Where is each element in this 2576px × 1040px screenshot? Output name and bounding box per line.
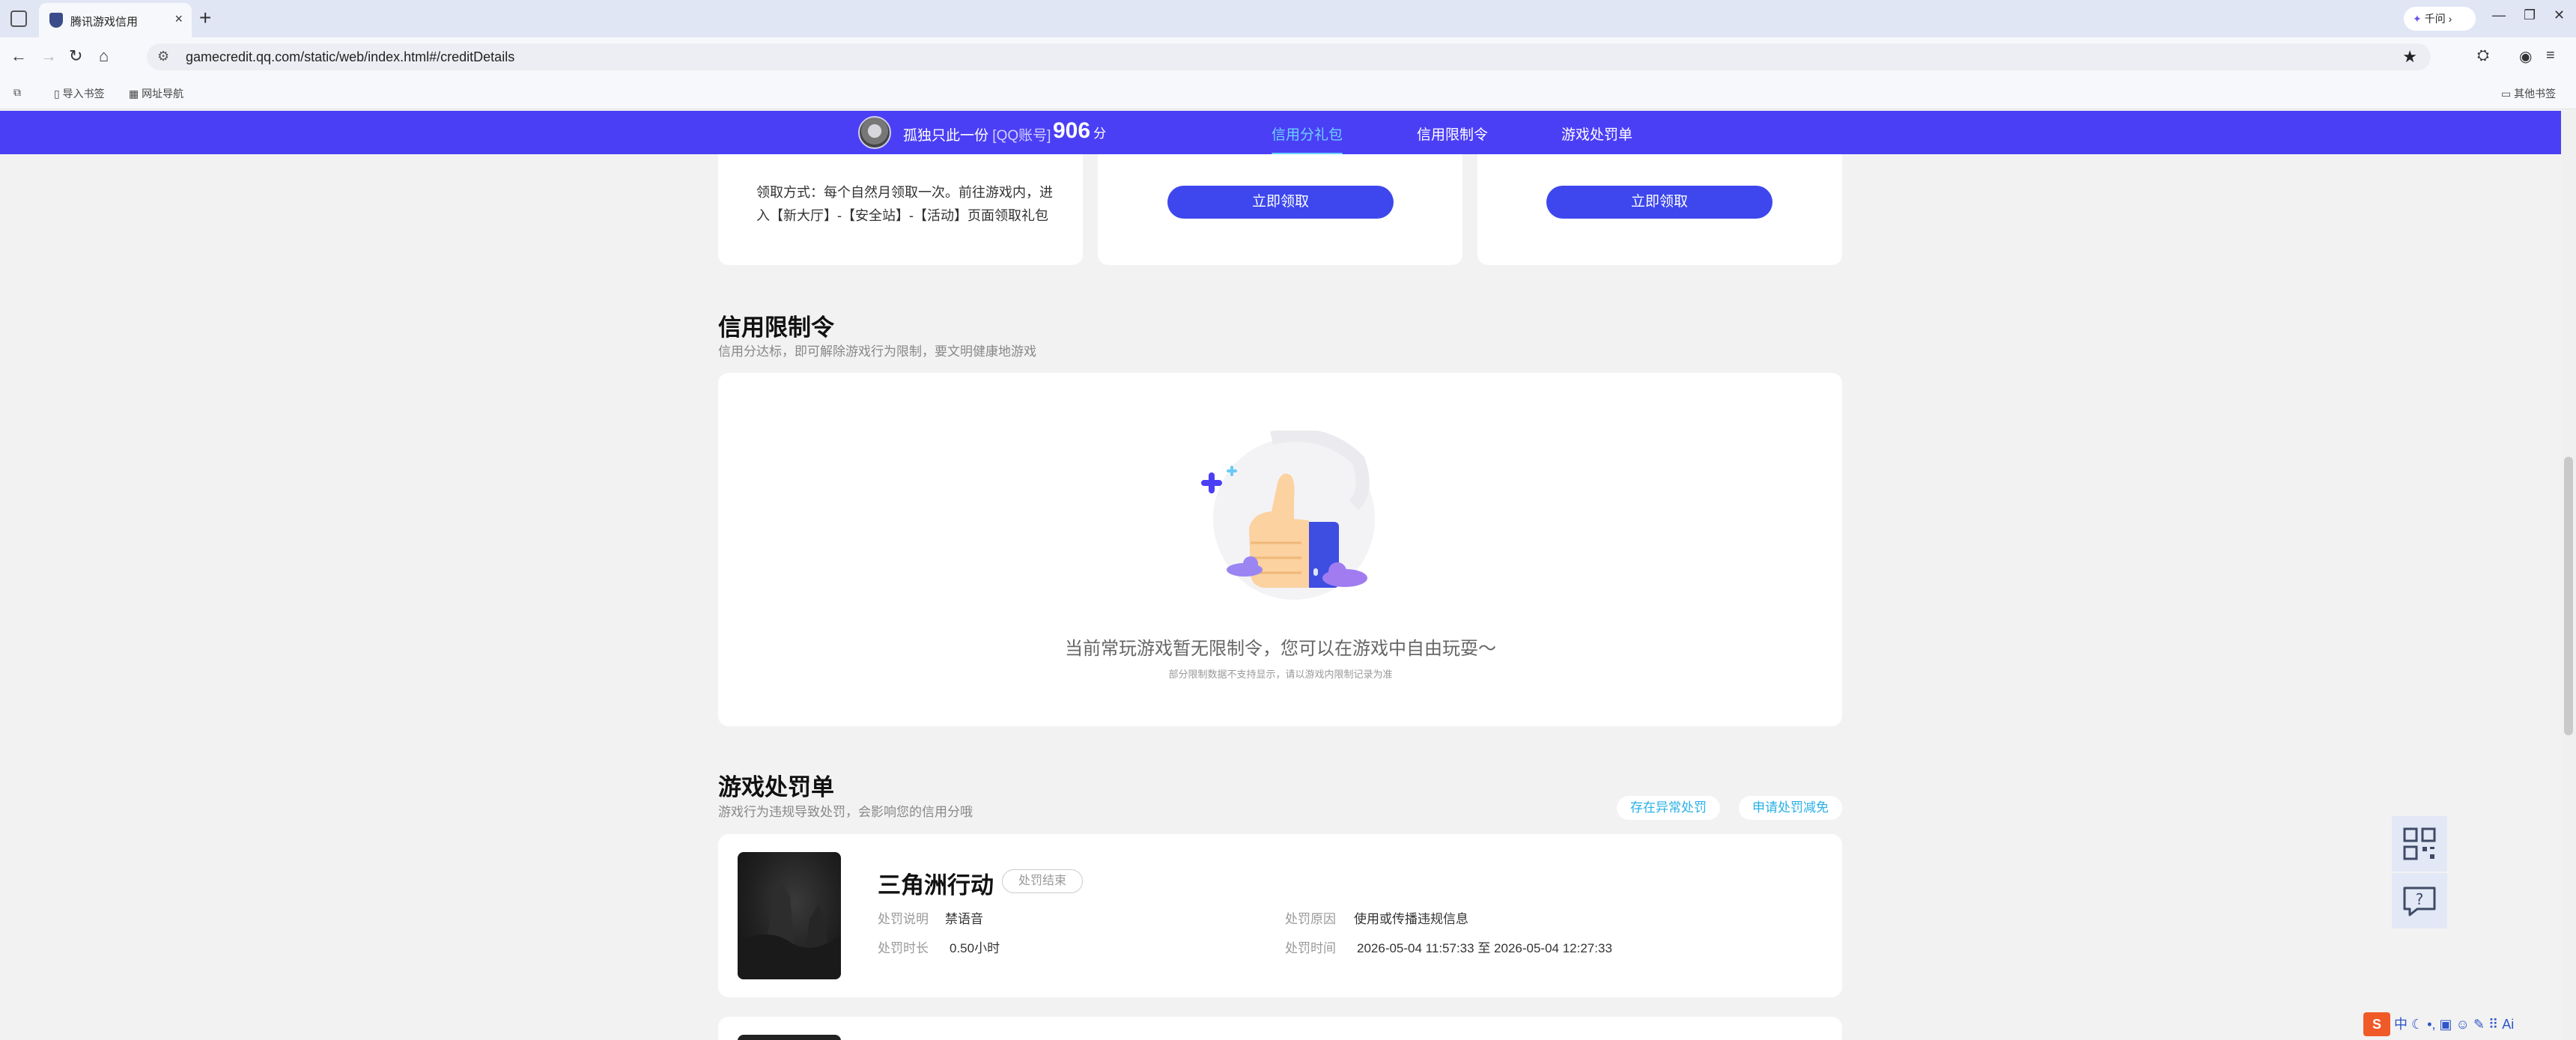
nav-tab-restriction[interactable]: 信用限制令 bbox=[1417, 124, 1488, 144]
ime-logo-icon[interactable]: S bbox=[2363, 1012, 2390, 1036]
restore-icon[interactable]: ❐ bbox=[2524, 7, 2536, 23]
bookmark-other[interactable]: ▭ 其他书签 bbox=[2501, 86, 2556, 101]
ime-grid-icon[interactable]: ⠿ bbox=[2488, 1017, 2498, 1032]
ime-lang-icon[interactable]: 中 bbox=[2394, 1017, 2408, 1032]
penalty-time-label: 处罚时间 bbox=[1285, 941, 1336, 955]
penalty-desc-value: 禁语音 bbox=[945, 912, 983, 926]
penalty-duration-label: 处罚时长 bbox=[878, 941, 929, 955]
user-name: 孤独只此一份 [QQ账号] bbox=[903, 128, 1051, 144]
bookmark-import[interactable]: ▯ 导入书签 bbox=[54, 86, 105, 101]
abnormal-penalty-button[interactable]: 存在异常处罚 bbox=[1617, 796, 1720, 820]
profile-icon[interactable]: ◉ bbox=[2519, 47, 2532, 66]
extensions-icon[interactable]: ⛭ bbox=[2477, 47, 2489, 64]
new-tab-button[interactable]: + bbox=[199, 6, 211, 30]
sparkle-icon: ✦ bbox=[2413, 13, 2422, 25]
back-icon[interactable]: ← bbox=[10, 46, 27, 66]
claim-button-3[interactable]: 立即领取 bbox=[1546, 186, 1772, 219]
penalty-subtitle: 游戏行为违规导致处罚，会影响您的信用分哦 bbox=[718, 805, 973, 819]
penalty-reason-label: 处罚原因 bbox=[1285, 912, 1336, 926]
home-icon[interactable]: ⌂ bbox=[99, 46, 109, 66]
thumbs-up-illustration bbox=[1201, 431, 1375, 600]
site-info-icon[interactable]: ⚙ bbox=[157, 49, 169, 64]
ime-moon-icon[interactable]: ☾ bbox=[2411, 1017, 2423, 1032]
menu-icon[interactable]: ≡ bbox=[2546, 47, 2555, 64]
ime-skin-icon[interactable]: ✎ bbox=[2473, 1017, 2485, 1032]
ime-user-icon[interactable]: ☺ bbox=[2456, 1017, 2470, 1032]
tab-title: 腾讯游戏信用 bbox=[70, 16, 139, 28]
browser-tab-bar: 腾讯游戏信用 × + ✦ 千问 › — ❐ ✕ bbox=[0, 0, 2576, 37]
svg-text:?: ? bbox=[2416, 890, 2424, 908]
ime-toolbar: S 中 ☾ •, ▣ ☺ ✎ ⠿ Ai bbox=[2363, 1012, 2514, 1039]
address-bar-row: ← → ↻ ⌂ ⚙ gamecredit.qq.com/static/web/i… bbox=[0, 37, 2576, 76]
apps-icon[interactable]: ⧉ bbox=[13, 86, 21, 99]
url-field[interactable]: ⚙ gamecredit.qq.com/static/web/index.htm… bbox=[147, 43, 2431, 70]
qr-code-icon bbox=[2403, 827, 2436, 860]
window-close-icon[interactable]: ✕ bbox=[2554, 7, 2565, 23]
restriction-empty-note: 部分限制数据不支持显示，请以游戏内限制记录为准 bbox=[1168, 669, 1393, 680]
help-chat-icon: ? bbox=[2403, 887, 2436, 916]
credit-score: 906 分 bbox=[1053, 118, 1107, 143]
tab-search-icon[interactable] bbox=[10, 10, 27, 27]
minimize-icon[interactable]: — bbox=[2492, 7, 2506, 23]
next-game-cover bbox=[738, 1035, 841, 1040]
help-button[interactable]: ? bbox=[2392, 873, 2447, 928]
site-header: 孤独只此一份 [QQ账号] 906 分 信用分礼包 信用限制令 游戏处罚单 bbox=[0, 111, 2561, 156]
ime-ai-icon[interactable]: Ai bbox=[2502, 1017, 2514, 1032]
penalty-status-badge: 处罚结束 bbox=[1002, 869, 1083, 893]
scrollbar-thumb[interactable] bbox=[2564, 457, 2573, 735]
avatar[interactable] bbox=[858, 116, 891, 149]
penalty-title: 游戏处罚单 bbox=[718, 774, 834, 800]
nav-tab-penalty[interactable]: 游戏处罚单 bbox=[1561, 124, 1632, 144]
shield-favicon-icon bbox=[49, 13, 63, 28]
assistant-button[interactable]: ✦ 千问 › bbox=[2404, 7, 2476, 31]
ime-punct-icon[interactable]: •, bbox=[2427, 1017, 2435, 1032]
reload-icon[interactable]: ↻ bbox=[69, 46, 82, 66]
bookmark-nav[interactable]: ▦ 网址导航 bbox=[129, 86, 183, 101]
game-cover-art bbox=[738, 882, 841, 979]
gift-claim-description: 领取方式：每个自然月领取一次。前往游戏内，进入【新大厅】-【安全站】-【活动】页… bbox=[756, 185, 1053, 223]
ime-kbd-icon[interactable]: ▣ bbox=[2440, 1017, 2452, 1032]
bookmarks-bar: ⧉ ▯ 导入书签 ▦ 网址导航 ▭ 其他书签 bbox=[0, 76, 2576, 109]
forward-icon[interactable]: → bbox=[40, 46, 57, 66]
restriction-subtitle: 信用分达标，即可解除游戏行为限制，要文明健康地游戏 bbox=[718, 344, 1036, 359]
penalty-desc-label: 处罚说明 bbox=[878, 912, 929, 926]
penalty-reason-value: 使用或传播违规信息 bbox=[1354, 912, 1468, 926]
nav-tab-gift[interactable]: 信用分礼包 bbox=[1272, 124, 1343, 156]
browser-tab-active[interactable]: 腾讯游戏信用 × bbox=[39, 3, 192, 37]
penalty-duration-value: 0.50小时 bbox=[950, 941, 1000, 955]
url-text: gamecredit.qq.com/static/web/index.html#… bbox=[186, 49, 515, 64]
restriction-empty-text: 当前常玩游戏暂无限制令，您可以在游戏中自由玩耍～ bbox=[1065, 639, 1496, 659]
appeal-penalty-button[interactable]: 申请处罚减免 bbox=[1739, 796, 1842, 820]
claim-button-2[interactable]: 立即领取 bbox=[1167, 186, 1394, 219]
tab-close-icon[interactable]: × bbox=[174, 11, 183, 27]
penalty-time-value: 2026-05-04 11:57:33 至 2026-05-04 12:27:3… bbox=[1357, 941, 1612, 955]
qr-code-button[interactable] bbox=[2392, 816, 2447, 872]
game-cover-image bbox=[738, 852, 841, 979]
penalty-game-name: 三角洲行动 bbox=[878, 872, 994, 898]
restriction-title: 信用限制令 bbox=[718, 314, 834, 341]
bookmark-star-icon[interactable]: ★ bbox=[2402, 47, 2417, 67]
penalty-card-next bbox=[718, 1017, 1842, 1040]
